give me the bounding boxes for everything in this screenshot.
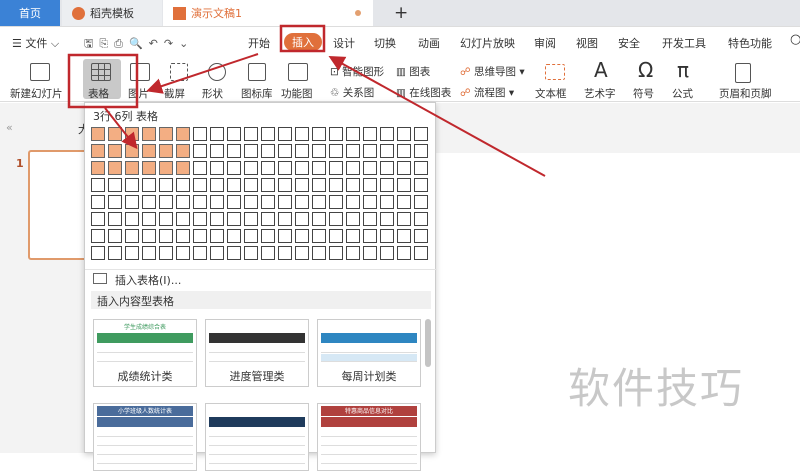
highlight-box-insert bbox=[279, 24, 326, 53]
arrow-to-insert bbox=[328, 56, 546, 177]
arrow-to-picture bbox=[146, 53, 259, 94]
template-row bbox=[209, 456, 305, 464]
annotation-overlay bbox=[67, 24, 546, 177]
highlight-box-table bbox=[67, 53, 139, 109]
arrow-to-grid bbox=[104, 107, 138, 150]
template-row bbox=[97, 456, 193, 464]
template-row bbox=[321, 456, 417, 464]
